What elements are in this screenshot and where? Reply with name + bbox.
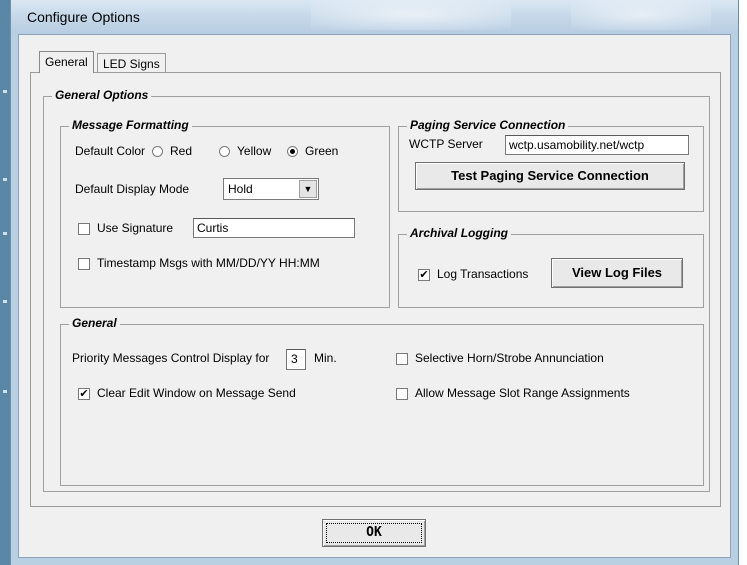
default-color-label: Default Color xyxy=(75,144,146,158)
general-options-group: General Options Message Formatting Defau… xyxy=(43,88,710,492)
archival-logging-group: Archival Logging ✔ Log Transactions View… xyxy=(398,226,704,308)
general-settings-group: General Priority Messages Control Displa… xyxy=(60,316,704,486)
tab-led-signs[interactable]: LED Signs xyxy=(97,53,166,73)
log-transactions-label[interactable]: Log Transactions xyxy=(437,267,528,281)
general-tab-panel: General Options Message Formatting Defau… xyxy=(30,72,721,507)
view-log-files-button[interactable]: View Log Files xyxy=(551,258,683,288)
allow-slot-range-checkbox[interactable] xyxy=(396,388,408,400)
title-bar-glass-highlight xyxy=(571,0,711,30)
color-yellow-label[interactable]: Yellow xyxy=(237,144,271,158)
tab-led-signs-label: LED Signs xyxy=(103,57,160,71)
paging-service-title: Paging Service Connection xyxy=(407,118,569,132)
title-bar-glass-highlight xyxy=(311,0,511,30)
general-options-title: General Options xyxy=(52,88,152,102)
priority-minutes-unit: Min. xyxy=(314,351,337,365)
desktop-fragment xyxy=(3,232,7,235)
color-red-radio[interactable] xyxy=(152,146,163,157)
clear-edit-window-label[interactable]: Clear Edit Window on Message Send xyxy=(97,386,296,400)
configure-options-dialog: Configure Options General LED Signs Gene… xyxy=(10,0,739,565)
color-red-label[interactable]: Red xyxy=(170,144,192,158)
desktop-fragment xyxy=(3,300,7,303)
selective-horn-checkbox[interactable] xyxy=(396,353,408,365)
ok-button[interactable]: OK xyxy=(322,519,426,547)
message-formatting-title: Message Formatting xyxy=(69,118,192,132)
focus-rectangle xyxy=(326,523,422,543)
default-display-mode-label: Default Display Mode xyxy=(75,182,190,196)
paging-service-group: Paging Service Connection WCTP Server wc… xyxy=(398,118,704,212)
desktop-fragment xyxy=(3,90,7,93)
desktop-fragment xyxy=(3,390,7,393)
desktop-background-strip xyxy=(0,0,10,565)
default-display-mode-value: Hold xyxy=(228,182,253,196)
tab-general-label: General xyxy=(45,55,88,69)
use-signature-label[interactable]: Use Signature xyxy=(97,221,173,235)
log-transactions-checkbox[interactable]: ✔ xyxy=(418,269,430,281)
wctp-server-input[interactable]: wctp.usamobility.net/wctp xyxy=(505,135,689,155)
test-paging-connection-button[interactable]: Test Paging Service Connection xyxy=(415,162,685,190)
priority-minutes-input[interactable]: 3 xyxy=(286,349,306,370)
color-yellow-radio[interactable] xyxy=(219,146,230,157)
selective-horn-label[interactable]: Selective Horn/Strobe Annunciation xyxy=(415,351,604,365)
timestamp-label[interactable]: Timestamp Msgs with MM/DD/YY HH:MM xyxy=(97,256,320,270)
radio-selected-dot xyxy=(290,149,295,154)
allow-slot-range-label[interactable]: Allow Message Slot Range Assignments xyxy=(415,386,630,400)
message-formatting-group: Message Formatting Default Color Red Yel… xyxy=(60,118,390,308)
wctp-server-label: WCTP Server xyxy=(409,137,483,151)
priority-display-label: Priority Messages Control Display for xyxy=(72,351,270,365)
dialog-client-area: General LED Signs General Options Messag… xyxy=(18,34,731,558)
title-bar[interactable]: Configure Options xyxy=(11,0,738,34)
signature-input[interactable]: Curtis xyxy=(193,218,355,238)
archival-logging-title: Archival Logging xyxy=(407,226,512,240)
chevron-down-icon[interactable]: ▼ xyxy=(299,180,317,198)
clear-edit-window-checkbox[interactable]: ✔ xyxy=(78,388,90,400)
default-display-mode-select[interactable]: Hold ▼ xyxy=(223,178,319,200)
general-settings-title: General xyxy=(69,316,120,330)
desktop-fragment xyxy=(3,178,7,181)
use-signature-checkbox[interactable] xyxy=(78,223,90,235)
window-title: Configure Options xyxy=(27,9,140,25)
color-green-radio[interactable] xyxy=(287,146,298,157)
timestamp-checkbox[interactable] xyxy=(78,258,90,270)
tab-general[interactable]: General xyxy=(39,51,94,73)
color-green-label[interactable]: Green xyxy=(305,144,338,158)
